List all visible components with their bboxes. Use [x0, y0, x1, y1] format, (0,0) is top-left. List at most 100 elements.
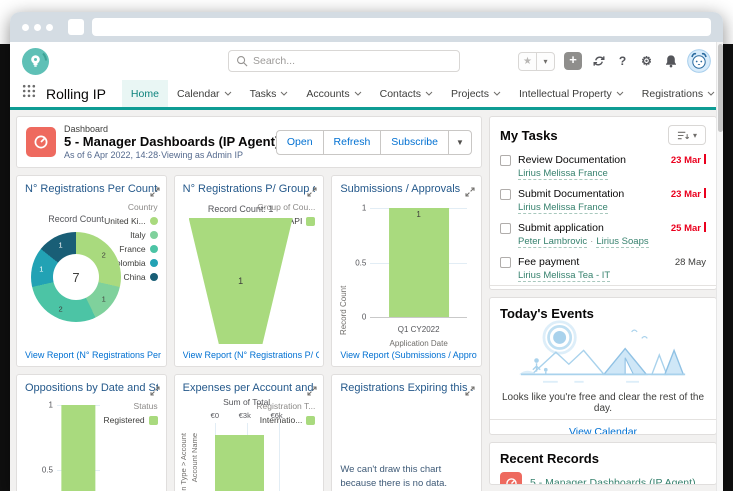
app-name: Rolling IP: [46, 85, 106, 102]
task-related-link[interactable]: Lirius Melissa France: [518, 202, 608, 214]
view-all-link[interactable]: View All: [490, 285, 716, 289]
x-tick-label: Q1 CY2022: [397, 325, 440, 334]
task-row: Fee payment 28 May Lirius Melissa Tea - …: [500, 251, 706, 285]
browser-chrome: [10, 12, 723, 42]
oppositions-bar[interactable]: [61, 405, 95, 491]
task-related-link[interactable]: Lirius Melissa Tea - IT: [518, 270, 611, 282]
task-title[interactable]: Submit Documentation: [518, 188, 664, 200]
donut-axis-label: Record Count: [48, 214, 104, 224]
donut-chart[interactable]: 7 21211: [31, 232, 121, 322]
app-launcher-waffle-icon[interactable]: [22, 84, 36, 103]
view-report-link[interactable]: View Report (N° Registrations P/ Group o…: [183, 350, 320, 360]
tasks-sort-button[interactable]: ▾: [668, 125, 706, 145]
chevron-down-icon: [616, 91, 624, 96]
overdue-bar: [704, 188, 706, 198]
camping-illustration: [490, 319, 716, 391]
chart-title: N° Registrations Per Country: [25, 183, 158, 195]
task-checkbox[interactable]: [500, 222, 511, 234]
tab-home[interactable]: Home: [121, 80, 168, 107]
tab-accounts[interactable]: Accounts: [297, 80, 370, 107]
bar-chart[interactable]: Record Count 1 0.5 0 1: [339, 204, 473, 335]
chart-card-oppositions: Oppositions by Date and St... Status Reg…: [16, 374, 167, 491]
task-checkbox[interactable]: [500, 188, 511, 200]
overdue-bar: [704, 154, 706, 164]
task-title[interactable]: Fee payment: [518, 256, 668, 268]
dashboard-header-card: Dashboard 5 - Manager Dashboards (IP Age…: [16, 116, 482, 168]
browser-tab-favicon-box[interactable]: [68, 19, 84, 35]
window-control-dot[interactable]: [22, 23, 29, 31]
task-title[interactable]: Submit application: [518, 222, 664, 234]
user-avatar[interactable]: [687, 49, 711, 73]
tab-registrations[interactable]: Registrations: [633, 80, 723, 107]
global-add-icon[interactable]: +: [564, 52, 582, 70]
tab-projects[interactable]: Projects: [442, 80, 510, 107]
task-list: Review Documentation 23 Mar Lirius Melis…: [490, 149, 716, 285]
events-empty-message: Looks like you're free and clear the res…: [501, 392, 705, 414]
chart-card-expenses: Expenses per Account and ... Registratio…: [173, 374, 325, 491]
recent-record-link[interactable]: 5 - Manager Dashboards (IP Agent): [530, 477, 696, 485]
x-axis-title: Application Date: [389, 339, 448, 348]
task-related-link[interactable]: Lirius Soaps: [596, 236, 649, 248]
vertical-scrollbar[interactable]: [716, 42, 723, 491]
top-axis-title: Sum of Total: [223, 397, 271, 407]
favorites-caret-icon[interactable]: ▾: [536, 51, 555, 71]
expand-icon[interactable]: [465, 184, 475, 202]
donut-total: 7: [72, 269, 80, 285]
legend-item[interactable]: Registered: [104, 415, 158, 425]
search-input[interactable]: [253, 55, 452, 67]
header-utility-icons: ★ ▾ + ? ⚙: [518, 49, 711, 73]
bar-chart[interactable]: Record Count 1 0.5 0: [25, 401, 102, 491]
task-title[interactable]: Review Documentation: [518, 154, 664, 166]
dashboard-meta: As of 6 Apr 2022, 14:28·Viewing as Admin…: [64, 150, 243, 160]
open-button[interactable]: Open: [275, 129, 324, 155]
browser-url-bar[interactable]: [92, 18, 711, 36]
expand-icon[interactable]: [150, 383, 160, 401]
expand-icon[interactable]: [307, 184, 317, 202]
main-content: Dashboard 5 - Manager Dashboards (IP Age…: [10, 110, 723, 491]
tab-contacts[interactable]: Contacts: [371, 80, 442, 107]
task-due-date: 25 Mar: [671, 222, 706, 234]
setup-gear-icon[interactable]: ⚙: [639, 54, 654, 69]
expand-icon[interactable]: [150, 184, 160, 202]
view-report-link[interactable]: View Report (Submissions / Approvals): [340, 350, 477, 360]
view-calendar-link[interactable]: View Calendar: [490, 419, 716, 434]
view-report-link[interactable]: View Report (N° Registrations Per Countr…: [25, 350, 162, 360]
search-icon: [237, 56, 248, 67]
more-actions-caret-button[interactable]: ▼: [448, 129, 472, 155]
submissions-bar[interactable]: 1: [388, 208, 449, 317]
subscribe-button[interactable]: Subscribe: [380, 129, 449, 155]
app-logo-lightbulb-icon[interactable]: [22, 47, 49, 75]
task-due-date: 23 Mar: [671, 154, 706, 166]
tasks-title: My Tasks: [500, 127, 558, 143]
global-search[interactable]: [228, 50, 460, 72]
favorites-star-icon[interactable]: ★: [518, 51, 537, 71]
chart-title: N° Registrations P/ Group of...: [182, 183, 316, 195]
chevron-down-icon: [224, 91, 231, 96]
window-control-dot[interactable]: [34, 23, 41, 31]
tab-intellectual-property[interactable]: Intellectual Property: [510, 80, 633, 107]
help-icon[interactable]: ?: [615, 54, 630, 69]
tab-tasks[interactable]: Tasks: [241, 80, 298, 107]
app-header: ★ ▾ + ? ⚙: [10, 42, 723, 80]
expenses-bar[interactable]: €4.6k: [214, 435, 264, 491]
y-axis-outer-label: ation Type > Account: [178, 433, 188, 491]
expand-icon[interactable]: [307, 383, 317, 401]
scrollbar-thumb[interactable]: [718, 44, 723, 132]
chevron-down-icon: [493, 91, 501, 96]
page-title: 5 - Manager Dashboards (IP Agent): [64, 134, 276, 149]
task-related-link[interactable]: Lirius Melissa France: [518, 168, 608, 180]
task-related-link[interactable]: Peter Lambrovic: [518, 236, 588, 248]
notifications-bell-icon[interactable]: [663, 54, 678, 69]
task-checkbox[interactable]: [500, 256, 511, 268]
legend-swatch: [149, 273, 158, 281]
funnel-chart[interactable]: 1: [188, 218, 293, 344]
charts-grid: N° Registrations Per Country Country Uni…: [16, 175, 482, 491]
expand-icon[interactable]: [465, 383, 475, 401]
sync-icon[interactable]: [591, 54, 606, 69]
refresh-button[interactable]: Refresh: [322, 129, 382, 155]
overdue-bar: [704, 222, 706, 232]
tab-calendar[interactable]: Calendar: [168, 80, 241, 107]
task-checkbox[interactable]: [500, 154, 511, 166]
window-control-dot[interactable]: [46, 23, 53, 31]
hbar-chart[interactable]: €4.6k: [214, 423, 280, 491]
